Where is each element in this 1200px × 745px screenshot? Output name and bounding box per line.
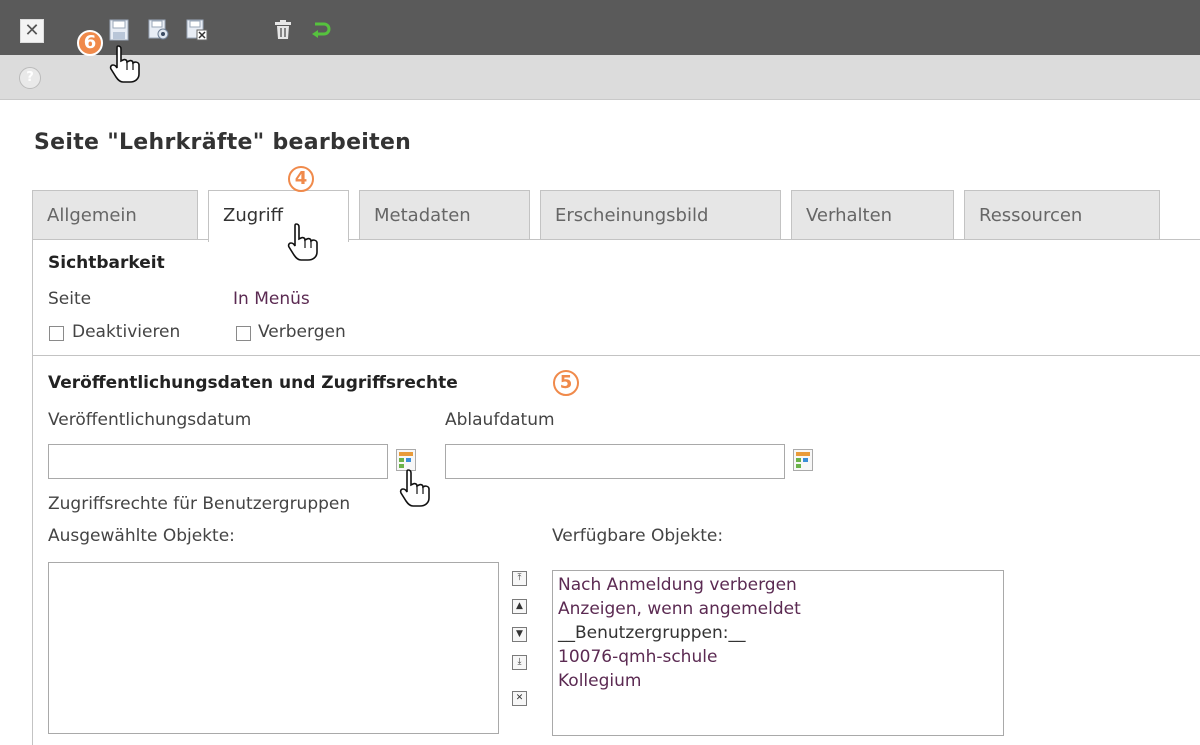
section-divider (32, 355, 1200, 356)
sub-toolbar: ? (0, 55, 1200, 100)
save-view-icon[interactable] (146, 17, 172, 43)
save-icon[interactable] (106, 17, 132, 43)
hide-in-menus-label: Verbergen (258, 322, 346, 342)
selected-objects-label: Ausgewählte Objekte: (48, 526, 235, 546)
tab-zugriff[interactable]: Zugriff (208, 190, 349, 242)
step-badge-4: 4 (288, 166, 314, 192)
hand-pointer-icon (286, 222, 320, 266)
tab-verhalten[interactable]: Verhalten (791, 190, 954, 240)
trash-icon[interactable] (270, 17, 296, 43)
publish-date-label: Veröffentlichungsdatum (48, 410, 252, 430)
hide-in-menus-checkbox[interactable] (236, 326, 251, 341)
list-item[interactable]: __Benutzergruppen:__ (553, 621, 1003, 645)
hand-pointer-icon (398, 468, 432, 512)
tab-ressourcen[interactable]: Ressourcen (964, 190, 1160, 240)
label-in-menus: In Menüs (233, 289, 310, 309)
label-page: Seite (48, 289, 92, 309)
undo-icon[interactable] (308, 17, 334, 43)
doc-header-toolbar: ✕ (0, 0, 1200, 55)
step-badge-5: 5 (553, 370, 579, 396)
deactivate-label: Deaktivieren (72, 322, 181, 342)
help-icon[interactable]: ? (19, 67, 41, 89)
tab-metadaten[interactable]: Metadaten (359, 190, 530, 240)
available-objects-list[interactable]: Nach Anmeldung verbergen Anzeigen, wenn … (552, 570, 1004, 736)
deactivate-checkbox[interactable] (49, 326, 64, 341)
access-rights-label: Zugriffsrechte für Benutzergruppen (48, 494, 351, 514)
step-badge-6: 6 (77, 30, 103, 56)
move-bottom-icon[interactable]: ⤓ (512, 655, 527, 670)
close-icon[interactable]: ✕ (20, 19, 44, 43)
expiry-date-calendar-icon[interactable] (793, 449, 813, 471)
list-item[interactable]: Anzeigen, wenn angemeldet (553, 597, 1003, 621)
expiry-date-label: Ablaufdatum (445, 410, 555, 430)
selected-objects-list[interactable] (48, 562, 499, 734)
section-title-visibility: Sichtbarkeit (48, 253, 165, 273)
publish-date-input[interactable] (48, 444, 388, 479)
list-item[interactable]: 10076-qmh-schule (553, 645, 1003, 669)
move-down-icon[interactable]: ▼ (512, 627, 527, 642)
expiry-date-input[interactable] (445, 444, 785, 479)
list-item[interactable]: Kollegium (553, 669, 1003, 693)
move-top-icon[interactable]: ⤒ (512, 571, 527, 586)
page-title: Seite "Lehrkräfte" bearbeiten (34, 130, 412, 155)
available-objects-label: Verfügbare Objekte: (552, 526, 724, 546)
tab-allgemein[interactable]: Allgemein (32, 190, 198, 240)
section-title-publishing: Veröffentlichungsdaten und Zugriffsrecht… (48, 373, 458, 393)
tab-erscheinungsbild[interactable]: Erscheinungsbild (540, 190, 781, 240)
move-up-icon[interactable]: ▲ (512, 599, 527, 614)
hand-pointer-icon (108, 44, 142, 88)
save-close-icon[interactable] (184, 17, 210, 43)
list-item[interactable]: Nach Anmeldung verbergen (553, 573, 1003, 597)
remove-selected-icon[interactable]: ✕ (512, 691, 527, 706)
